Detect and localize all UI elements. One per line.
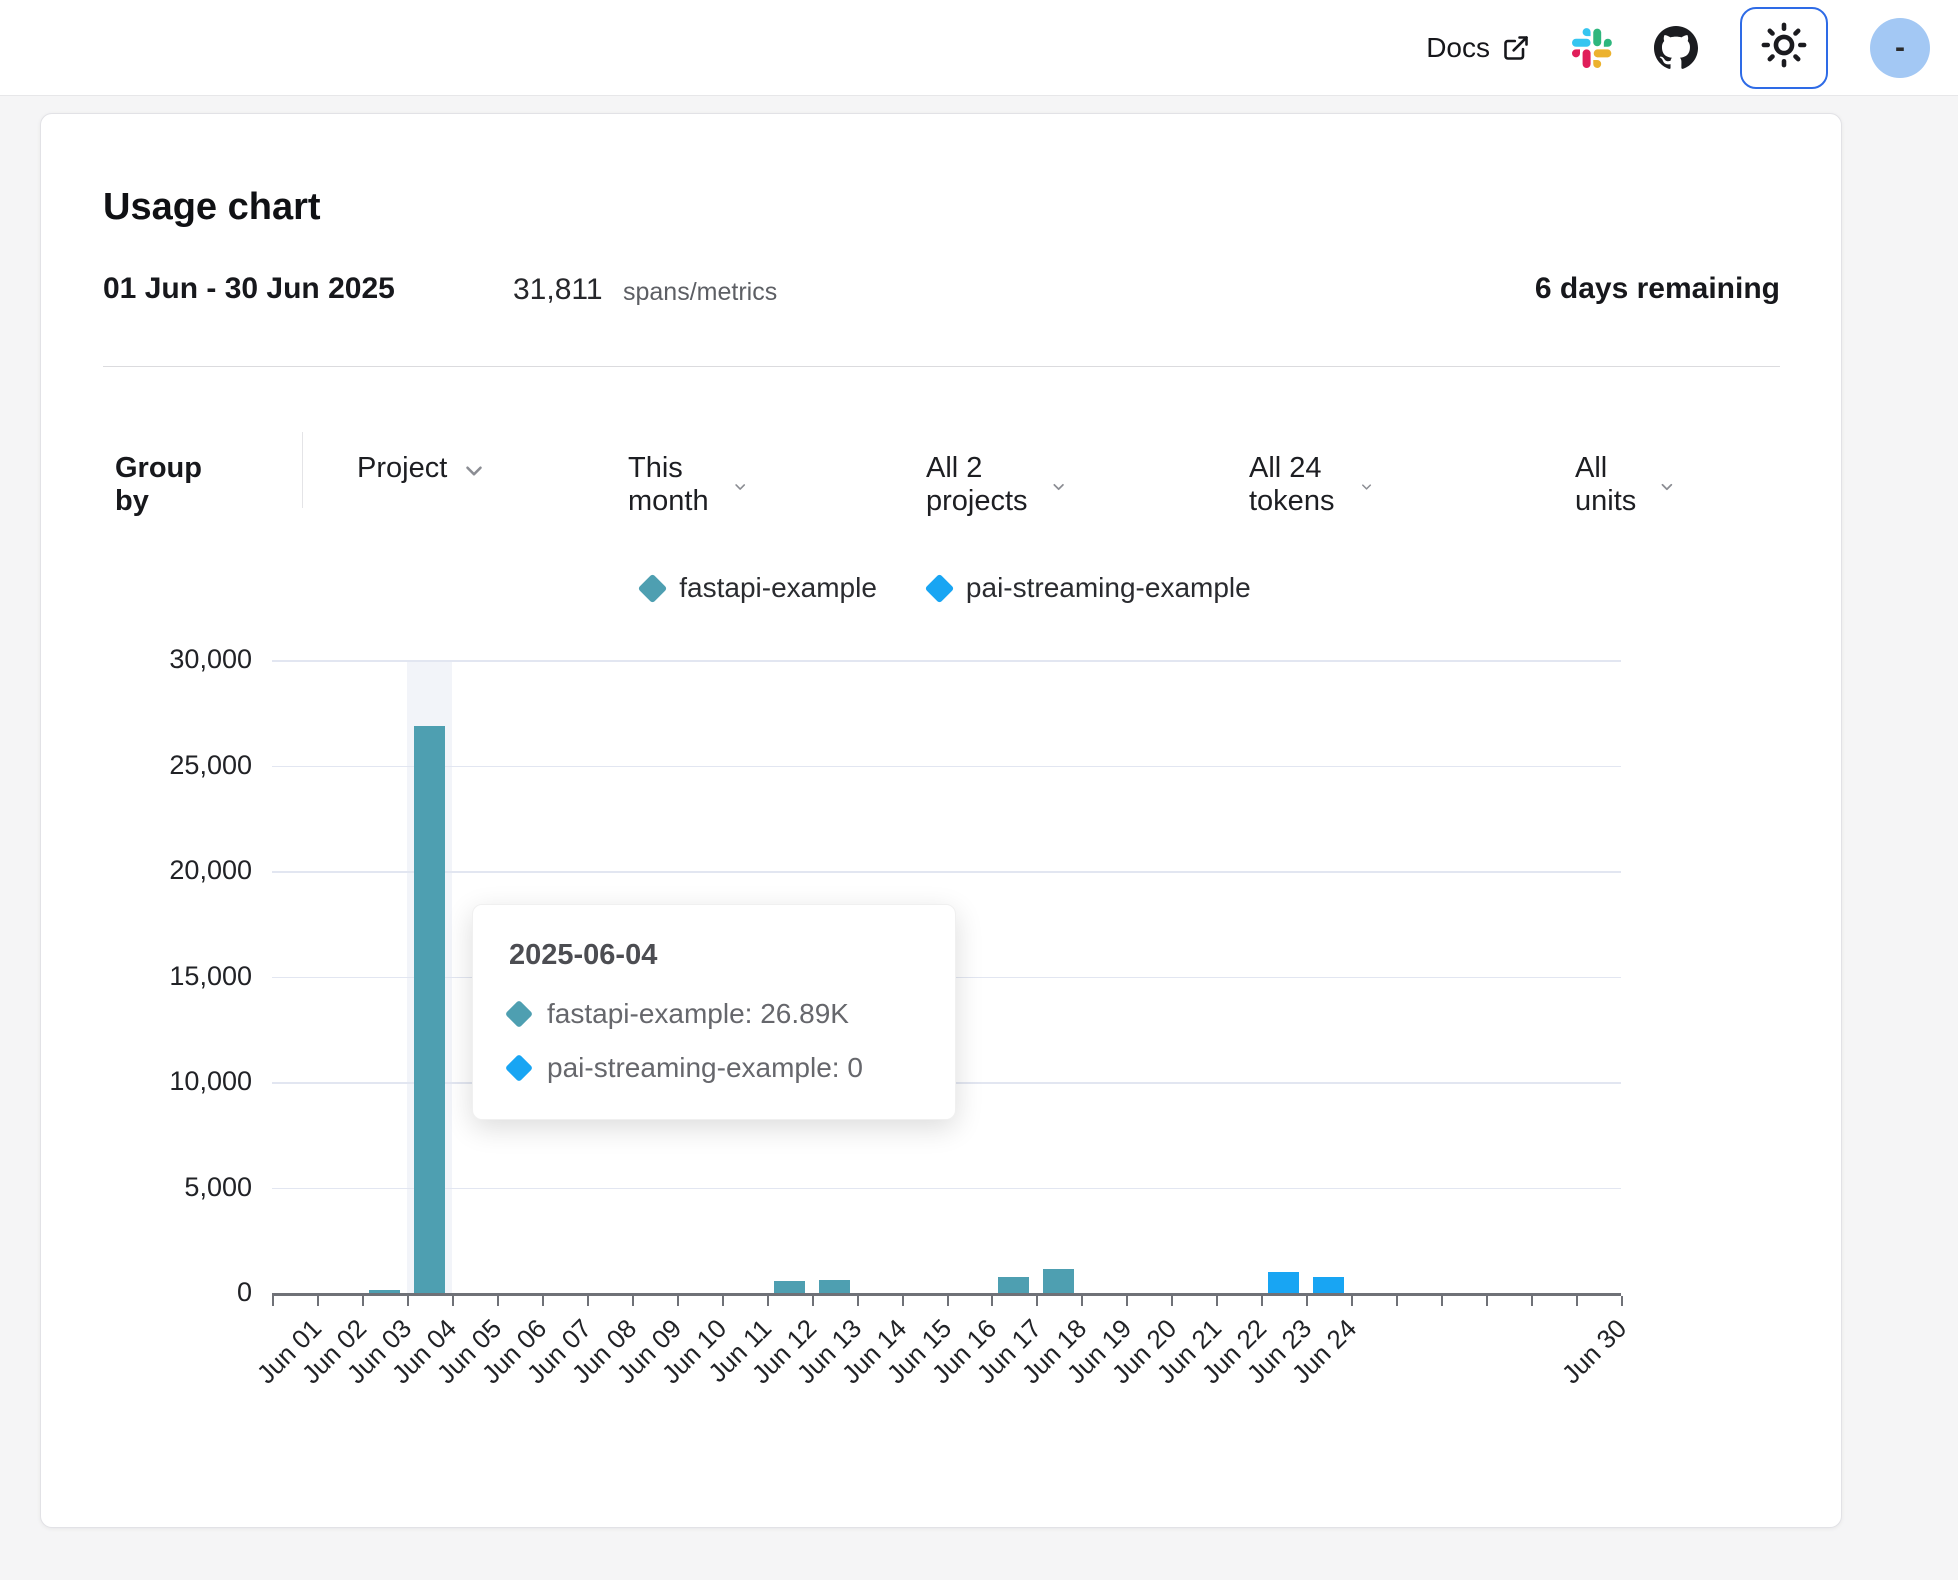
tokens-select[interactable]: All 24 tokens — [1249, 452, 1374, 518]
days-remaining: 6 days remaining — [1535, 272, 1780, 306]
slack-icon[interactable] — [1572, 28, 1612, 68]
series-diamond-icon — [925, 573, 955, 603]
legend-label: pai-streaming-example — [966, 572, 1251, 604]
docs-label: Docs — [1426, 32, 1490, 64]
total-count: 31,811 — [513, 273, 603, 307]
header-divider — [103, 366, 1780, 367]
tooltip-date: 2025-06-04 — [509, 939, 919, 972]
tooltip-row: pai-streaming-example: 0 — [509, 1052, 919, 1084]
external-link-icon — [1502, 34, 1530, 62]
series-diamond-icon — [505, 1000, 533, 1028]
group-by-label: Group by — [115, 452, 202, 518]
chevron-down-icon — [1050, 474, 1067, 500]
tokens-select-value: All 24 tokens — [1249, 452, 1345, 518]
page: Docs — [0, 0, 1958, 1580]
tooltip-row: fastapi-example: 26.89K — [509, 998, 919, 1030]
legend-item-fastapi-example[interactable]: fastapi-example — [642, 572, 877, 604]
tooltip-row-text: fastapi-example: 26.89K — [547, 998, 849, 1030]
date-range: 01 Jun - 30 Jun 2025 — [103, 272, 395, 306]
projects-select-value: All 2 projects — [926, 452, 1036, 518]
series-diamond-icon — [638, 573, 668, 603]
period-select[interactable]: This month — [628, 452, 749, 518]
chevron-down-icon — [1359, 474, 1374, 500]
units-select[interactable]: All units — [1575, 452, 1676, 518]
theme-toggle-button[interactable] — [1740, 7, 1828, 89]
period-select-value: This month — [628, 452, 718, 518]
tooltip-row-text: pai-streaming-example: 0 — [547, 1052, 863, 1084]
filter-divider — [302, 432, 303, 508]
units-select-value: All units — [1575, 452, 1644, 518]
chevron-down-icon — [1658, 474, 1676, 500]
top-bar: Docs — [0, 0, 1958, 96]
chart-legend: fastapi-example pai-streaming-example — [272, 572, 1621, 604]
avatar-label: - — [1895, 31, 1905, 65]
total-unit: spans/metrics — [623, 278, 777, 307]
chevron-down-icon — [461, 458, 487, 484]
chevron-down-icon — [732, 474, 748, 500]
user-avatar[interactable]: - — [1870, 18, 1930, 78]
group-by-select-value: Project — [357, 452, 447, 485]
legend-label: fastapi-example — [679, 572, 877, 604]
usage-summary-row: 01 Jun - 30 Jun 2025 31,811 spans/metric… — [103, 272, 1780, 312]
projects-select[interactable]: All 2 projects — [926, 452, 1068, 518]
docs-link[interactable]: Docs — [1426, 32, 1530, 64]
page-title: Usage chart — [103, 186, 321, 229]
series-diamond-icon — [505, 1054, 533, 1082]
chart-tooltip: 2025-06-04 fastapi-example: 26.89K pai-s… — [472, 904, 956, 1120]
github-icon[interactable] — [1654, 26, 1698, 70]
usage-card — [40, 113, 1842, 1528]
legend-item-pai-streaming-example[interactable]: pai-streaming-example — [929, 572, 1251, 604]
group-by-select[interactable]: Project — [357, 452, 487, 485]
sun-icon — [1761, 22, 1807, 73]
